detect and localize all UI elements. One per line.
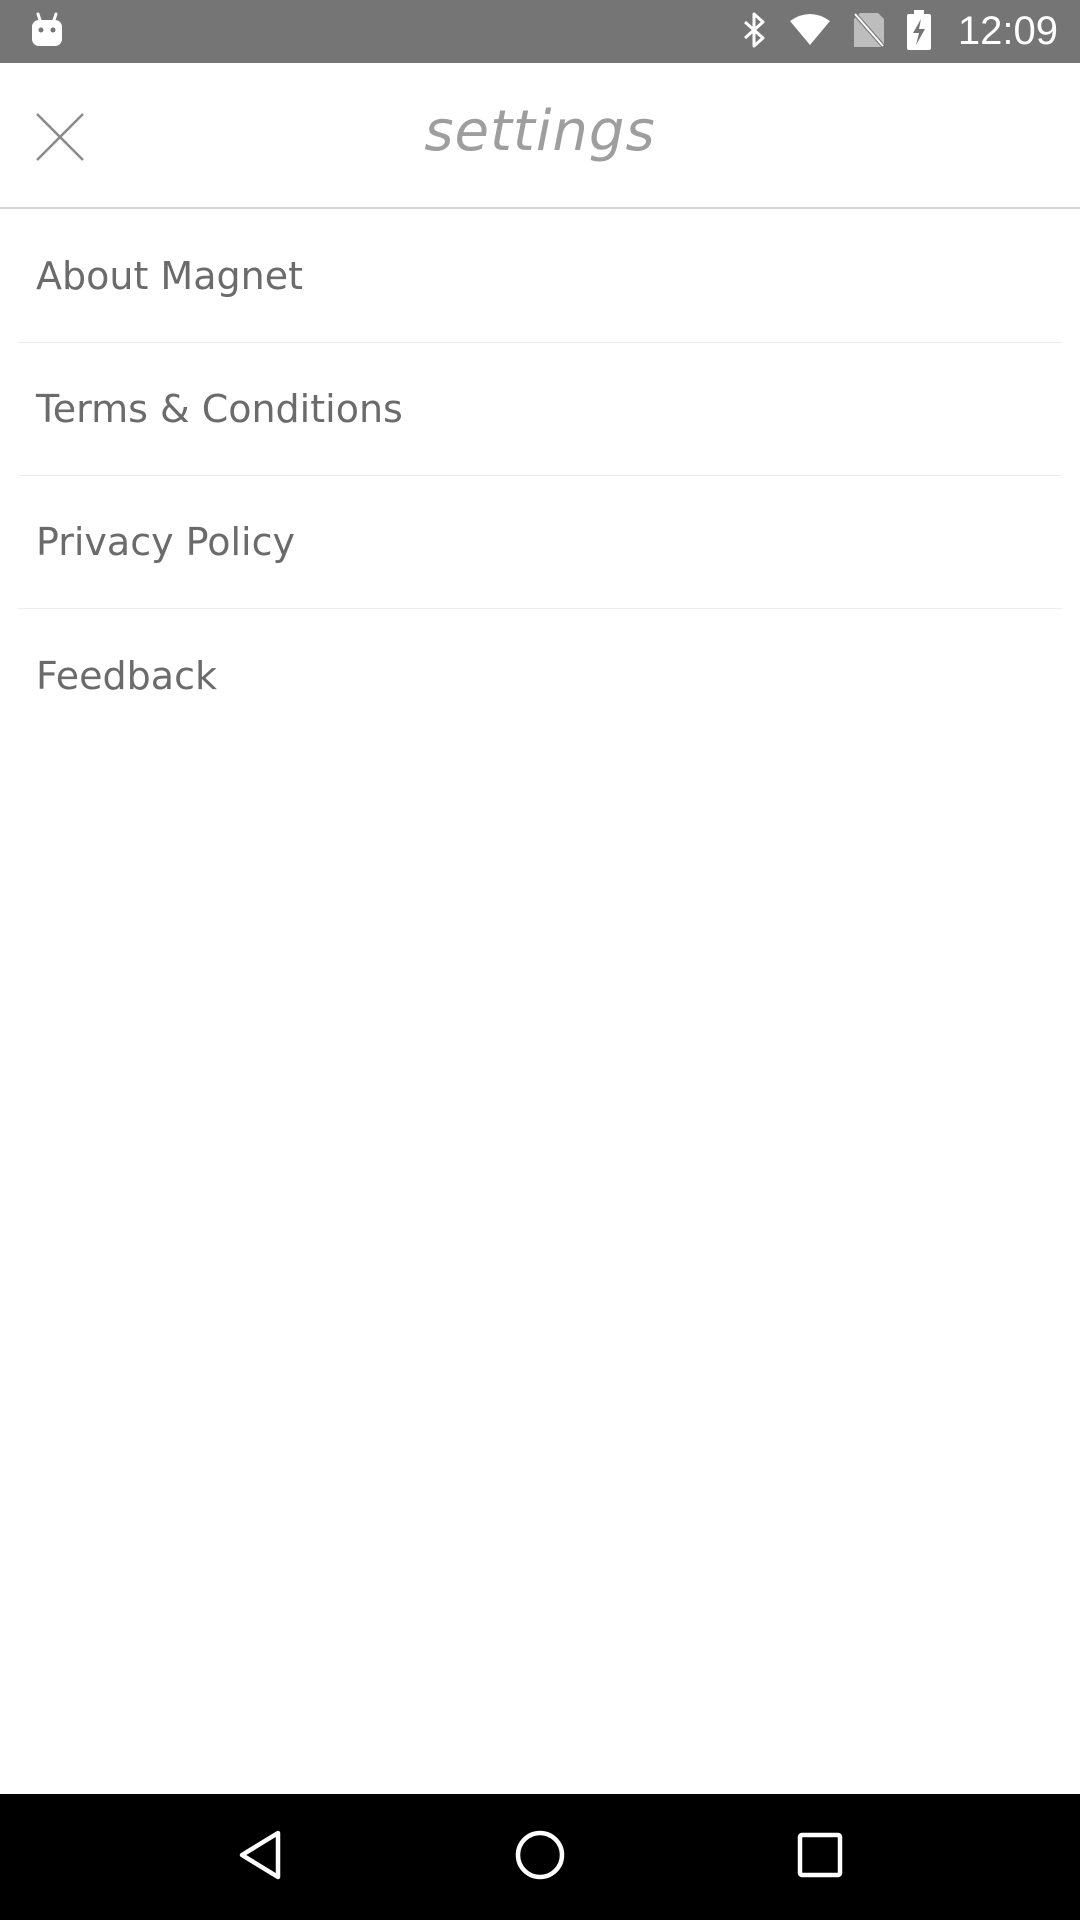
recents-button[interactable] [770,1807,870,1907]
menu-item-about-magnet[interactable]: About Magnet [18,210,1062,343]
menu-item-label: Terms & Conditions [36,387,403,431]
no-sim-icon [852,11,886,53]
app-header: settings [0,63,1080,209]
back-button[interactable] [210,1807,310,1907]
status-right: 12:09 [742,9,1058,54]
battery-charging-icon [906,9,932,54]
status-bar: 12:09 [0,0,1080,63]
menu-item-privacy-policy[interactable]: Privacy Policy [18,476,1062,609]
menu-item-label: About Magnet [36,254,303,298]
wifi-icon [788,13,832,51]
recents-icon [797,1832,843,1882]
home-button[interactable] [490,1807,590,1907]
clock: 12:09 [957,9,1058,53]
settings-menu: About Magnet Terms & Conditions Privacy … [0,210,1080,742]
bluetooth-icon [742,11,768,53]
menu-item-label: Feedback [36,653,217,698]
menu-item-label: Privacy Policy [36,520,295,564]
android-notification-icon [30,12,64,52]
page-title: settings [424,99,656,164]
menu-item-feedback[interactable]: Feedback [18,609,1062,742]
back-icon [236,1829,284,1885]
home-icon [514,1829,566,1885]
menu-item-terms-conditions[interactable]: Terms & Conditions [18,343,1062,476]
navigation-bar [0,1794,1080,1920]
status-left [30,12,64,52]
